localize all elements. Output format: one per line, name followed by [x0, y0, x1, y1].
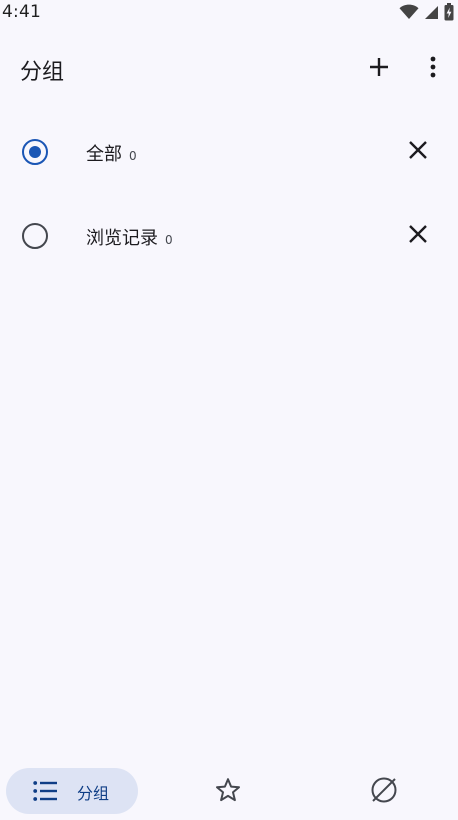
explore-off-icon — [370, 776, 398, 808]
status-icons — [399, 3, 454, 21]
cell-signal-icon — [424, 5, 439, 20]
remove-group-button[interactable] — [398, 132, 438, 172]
star-icon — [215, 777, 241, 807]
add-group-button[interactable] — [359, 49, 399, 89]
status-bar: 4:41 — [0, 0, 458, 24]
nav-item-favorites[interactable] — [208, 774, 248, 810]
nav-item-groups[interactable]: 分组 — [6, 768, 138, 814]
group-name: 全部 — [86, 144, 122, 165]
group-count: 0 — [165, 233, 173, 247]
more-vertical-icon — [430, 56, 436, 82]
nav-label-groups: 分组 — [77, 784, 110, 803]
top-app-bar: 分组 — [0, 44, 458, 94]
remove-group-button[interactable] — [398, 216, 438, 256]
group-count: 0 — [129, 149, 137, 163]
battery-charging-icon — [444, 3, 454, 21]
bottom-navigation: 分组 — [0, 762, 458, 820]
group-radio-history[interactable] — [22, 223, 48, 249]
group-label: 全部 0 — [86, 140, 137, 166]
status-time: 4:41 — [2, 2, 41, 22]
more-options-button[interactable] — [413, 49, 453, 89]
group-row-history[interactable]: 浏览记录 0 — [0, 194, 458, 278]
screen: 4:41 分组 全部 0 浏览记录 0 分组 — [0, 0, 458, 820]
add-icon — [368, 56, 390, 82]
nav-item-explore[interactable] — [364, 774, 404, 810]
group-list: 全部 0 浏览记录 0 — [0, 110, 458, 278]
group-label: 浏览记录 0 — [86, 224, 173, 250]
list-icon — [33, 780, 57, 806]
wifi-icon — [399, 4, 419, 20]
close-icon — [408, 140, 428, 164]
page-title: 分组 — [20, 60, 65, 85]
close-icon — [408, 224, 428, 248]
group-radio-all[interactable] — [22, 139, 48, 165]
group-name: 浏览记录 — [86, 228, 158, 249]
group-row-all[interactable]: 全部 0 — [0, 110, 458, 194]
